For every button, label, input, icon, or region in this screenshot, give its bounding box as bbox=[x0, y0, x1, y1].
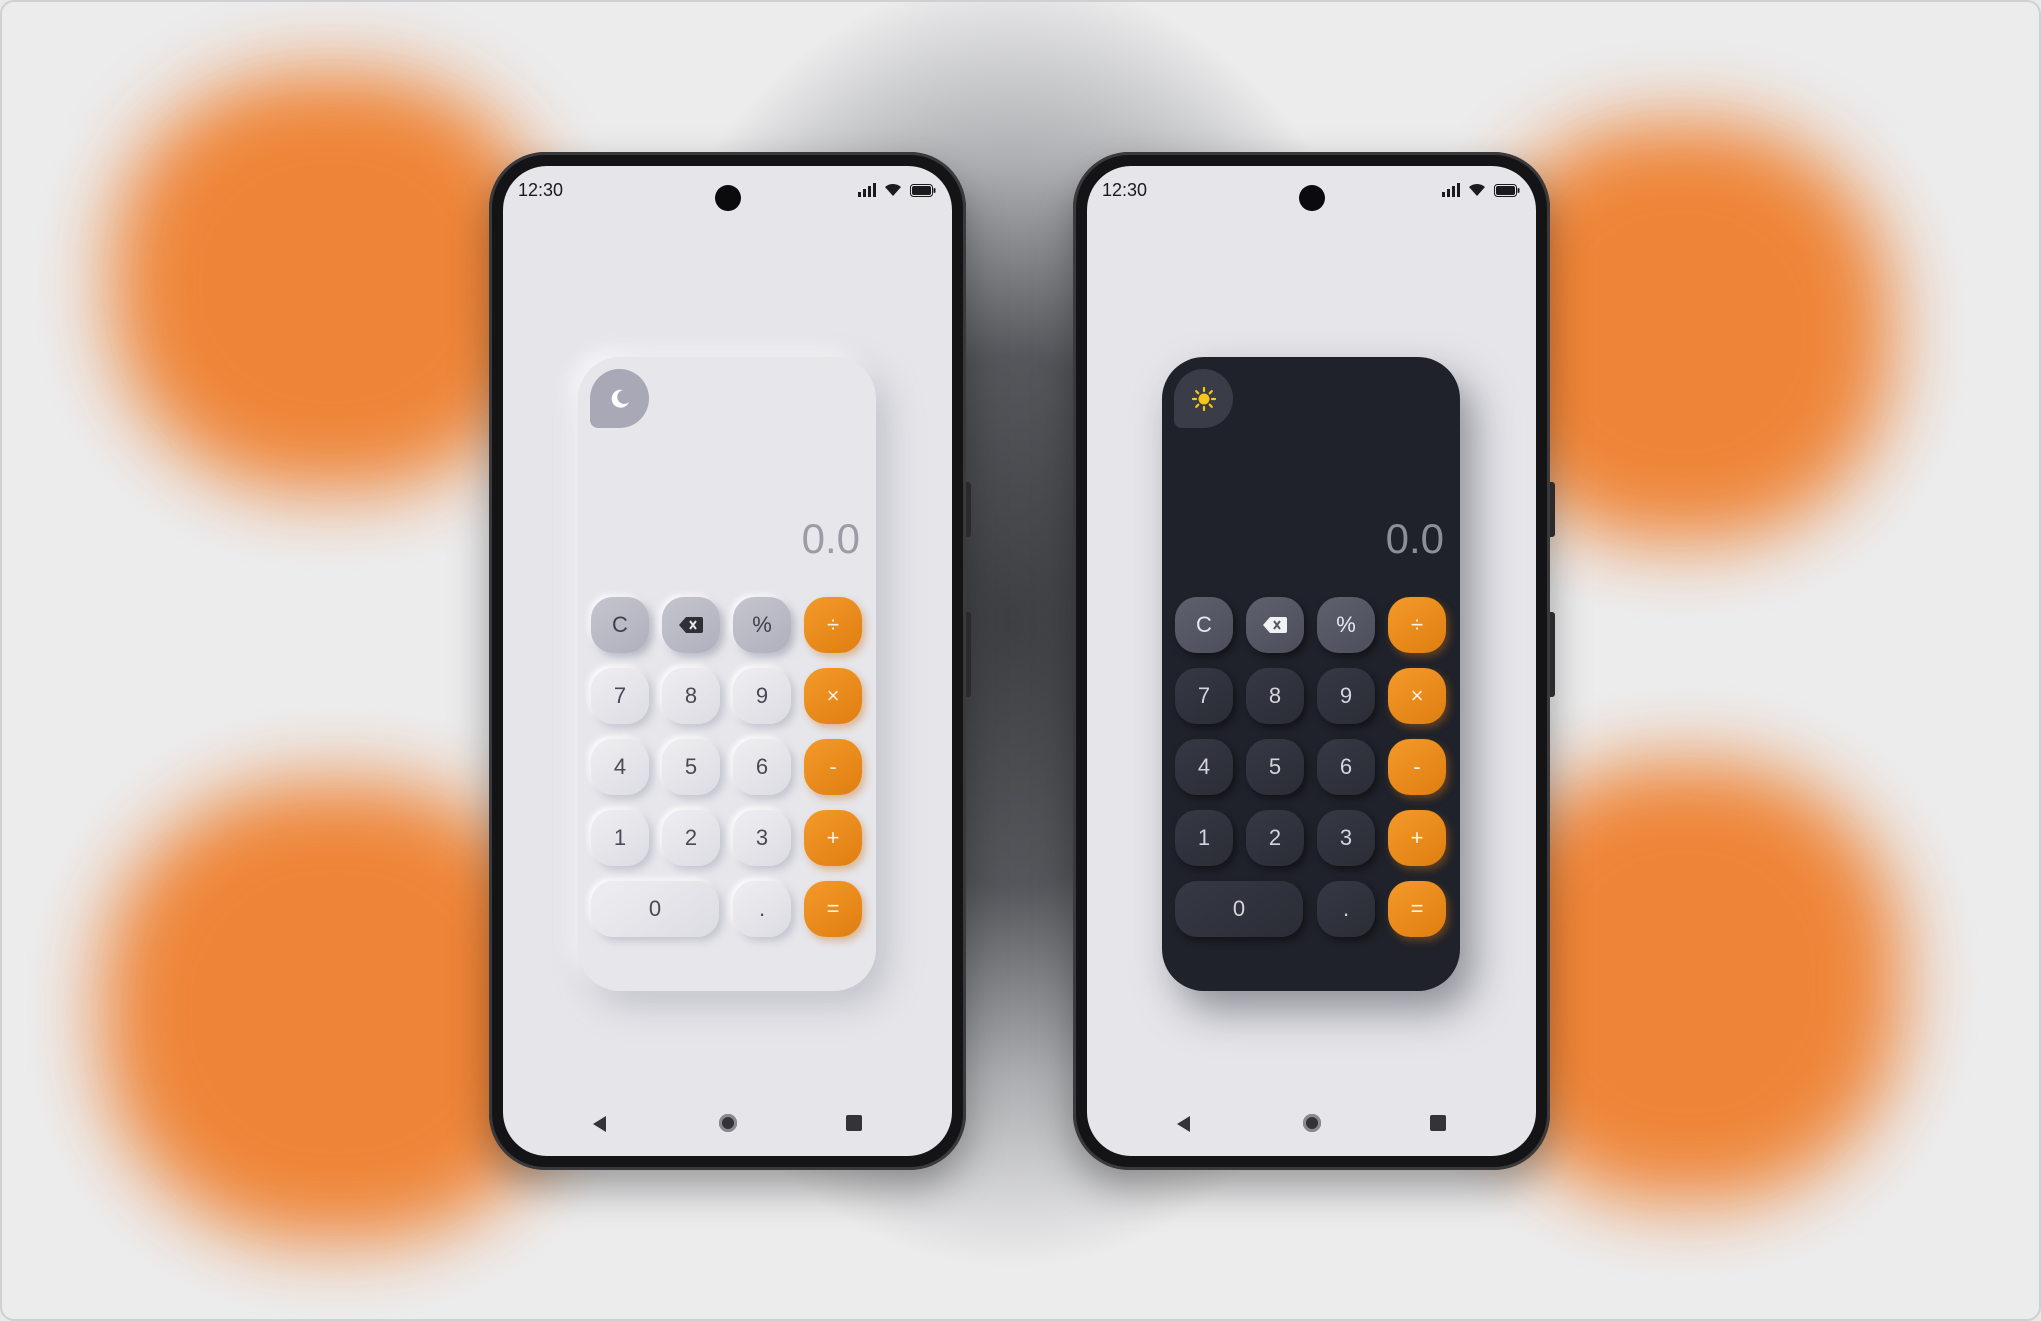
theme-toggle-button[interactable] bbox=[590, 369, 649, 428]
key-0[interactable]: 0 bbox=[591, 881, 719, 937]
backdrop bbox=[0, 0, 2041, 1321]
android-nav-bar bbox=[503, 1112, 952, 1136]
status-icons bbox=[1442, 183, 1520, 197]
equals-button[interactable]: = bbox=[804, 881, 862, 937]
result-display: 0.0 bbox=[801, 515, 860, 562]
recents-icon[interactable] bbox=[846, 1115, 862, 1131]
phone-light: 12:30 0.0 C % ÷ 7 8 9 × 4 5 6 - 1 2 3 + … bbox=[489, 152, 971, 1170]
key-2[interactable]: 2 bbox=[1246, 810, 1304, 866]
decimal-button[interactable]: . bbox=[733, 881, 791, 937]
decimal-button[interactable]: . bbox=[1317, 881, 1375, 937]
battery-icon bbox=[1494, 184, 1520, 197]
key-0[interactable]: 0 bbox=[1175, 881, 1303, 937]
key-5[interactable]: 5 bbox=[1246, 739, 1304, 795]
minus-button[interactable]: - bbox=[1388, 739, 1446, 795]
result-display: 0.0 bbox=[1385, 515, 1444, 562]
status-bar: 12:30 bbox=[503, 166, 952, 216]
calculator-panel: 0.0 C % ÷ 7 8 9 × 4 5 6 - 1 2 3 + 0 . = bbox=[1162, 357, 1460, 991]
key-4[interactable]: 4 bbox=[591, 739, 649, 795]
key-1[interactable]: 1 bbox=[591, 810, 649, 866]
volume-button bbox=[1550, 482, 1555, 537]
power-button bbox=[966, 612, 971, 697]
key-8[interactable]: 8 bbox=[1246, 668, 1304, 724]
power-button bbox=[1550, 612, 1555, 697]
signal-icon bbox=[858, 183, 876, 197]
screen: 12:30 0.0 C % ÷ 7 8 9 × 4 5 6 - 1 2 3 + … bbox=[503, 166, 952, 1156]
percent-button[interactable]: % bbox=[1317, 597, 1375, 653]
key-6[interactable]: 6 bbox=[733, 739, 791, 795]
wifi-icon bbox=[884, 183, 902, 197]
key-6[interactable]: 6 bbox=[1317, 739, 1375, 795]
screen: 12:30 0.0 C % ÷ 7 8 9 × 4 5 6 - 1 2 3 + … bbox=[1087, 166, 1536, 1156]
status-time: 12:30 bbox=[1102, 180, 1148, 200]
backspace-icon bbox=[1263, 617, 1287, 633]
volume-button bbox=[966, 482, 971, 537]
key-2[interactable]: 2 bbox=[662, 810, 720, 866]
backspace-icon bbox=[679, 617, 703, 633]
key-9[interactable]: 9 bbox=[733, 668, 791, 724]
moon-icon bbox=[611, 389, 629, 408]
multiply-button[interactable]: × bbox=[1388, 668, 1446, 724]
backspace-button[interactable] bbox=[662, 597, 720, 653]
status-bar: 12:30 bbox=[1087, 166, 1536, 216]
key-3[interactable]: 3 bbox=[733, 810, 791, 866]
recents-icon[interactable] bbox=[1430, 1115, 1446, 1131]
keypad: C % ÷ 7 8 9 × 4 5 6 - 1 2 3 + 0 . = bbox=[1175, 597, 1447, 937]
key-1[interactable]: 1 bbox=[1175, 810, 1233, 866]
calculator-panel: 0.0 C % ÷ 7 8 9 × 4 5 6 - 1 2 3 + 0 . = bbox=[578, 357, 876, 991]
percent-button[interactable]: % bbox=[733, 597, 791, 653]
android-nav-bar bbox=[1087, 1112, 1536, 1136]
key-3[interactable]: 3 bbox=[1317, 810, 1375, 866]
key-7[interactable]: 7 bbox=[1175, 668, 1233, 724]
clear-button[interactable]: C bbox=[1175, 597, 1233, 653]
theme-toggle-button[interactable] bbox=[1174, 369, 1233, 428]
status-time: 12:30 bbox=[518, 180, 564, 200]
key-7[interactable]: 7 bbox=[591, 668, 649, 724]
key-5[interactable]: 5 bbox=[662, 739, 720, 795]
battery-icon bbox=[910, 184, 936, 197]
multiply-button[interactable]: × bbox=[804, 668, 862, 724]
home-icon[interactable] bbox=[718, 1114, 737, 1132]
phone-dark: 12:30 0.0 C % ÷ 7 8 9 × 4 5 6 - 1 2 3 + … bbox=[1073, 152, 1555, 1170]
home-icon[interactable] bbox=[1302, 1114, 1321, 1132]
sun-icon bbox=[1191, 386, 1216, 411]
minus-button[interactable]: - bbox=[804, 739, 862, 795]
key-4[interactable]: 4 bbox=[1175, 739, 1233, 795]
equals-button[interactable]: = bbox=[1388, 881, 1446, 937]
front-camera bbox=[714, 185, 741, 211]
orange-blob bbox=[112, 72, 552, 492]
plus-button[interactable]: + bbox=[804, 810, 862, 866]
key-9[interactable]: 9 bbox=[1317, 668, 1375, 724]
front-camera bbox=[1298, 185, 1325, 211]
back-icon[interactable] bbox=[593, 1116, 606, 1132]
status-icons bbox=[858, 183, 936, 197]
clear-button[interactable]: C bbox=[591, 597, 649, 653]
plus-button[interactable]: + bbox=[1388, 810, 1446, 866]
divide-button[interactable]: ÷ bbox=[1388, 597, 1446, 653]
backspace-button[interactable] bbox=[1246, 597, 1304, 653]
wifi-icon bbox=[1468, 183, 1486, 197]
signal-icon bbox=[1442, 183, 1460, 197]
key-8[interactable]: 8 bbox=[662, 668, 720, 724]
back-icon[interactable] bbox=[1177, 1116, 1190, 1132]
divide-button[interactable]: ÷ bbox=[804, 597, 862, 653]
keypad: C % ÷ 7 8 9 × 4 5 6 - 1 2 3 + 0 . = bbox=[591, 597, 863, 937]
